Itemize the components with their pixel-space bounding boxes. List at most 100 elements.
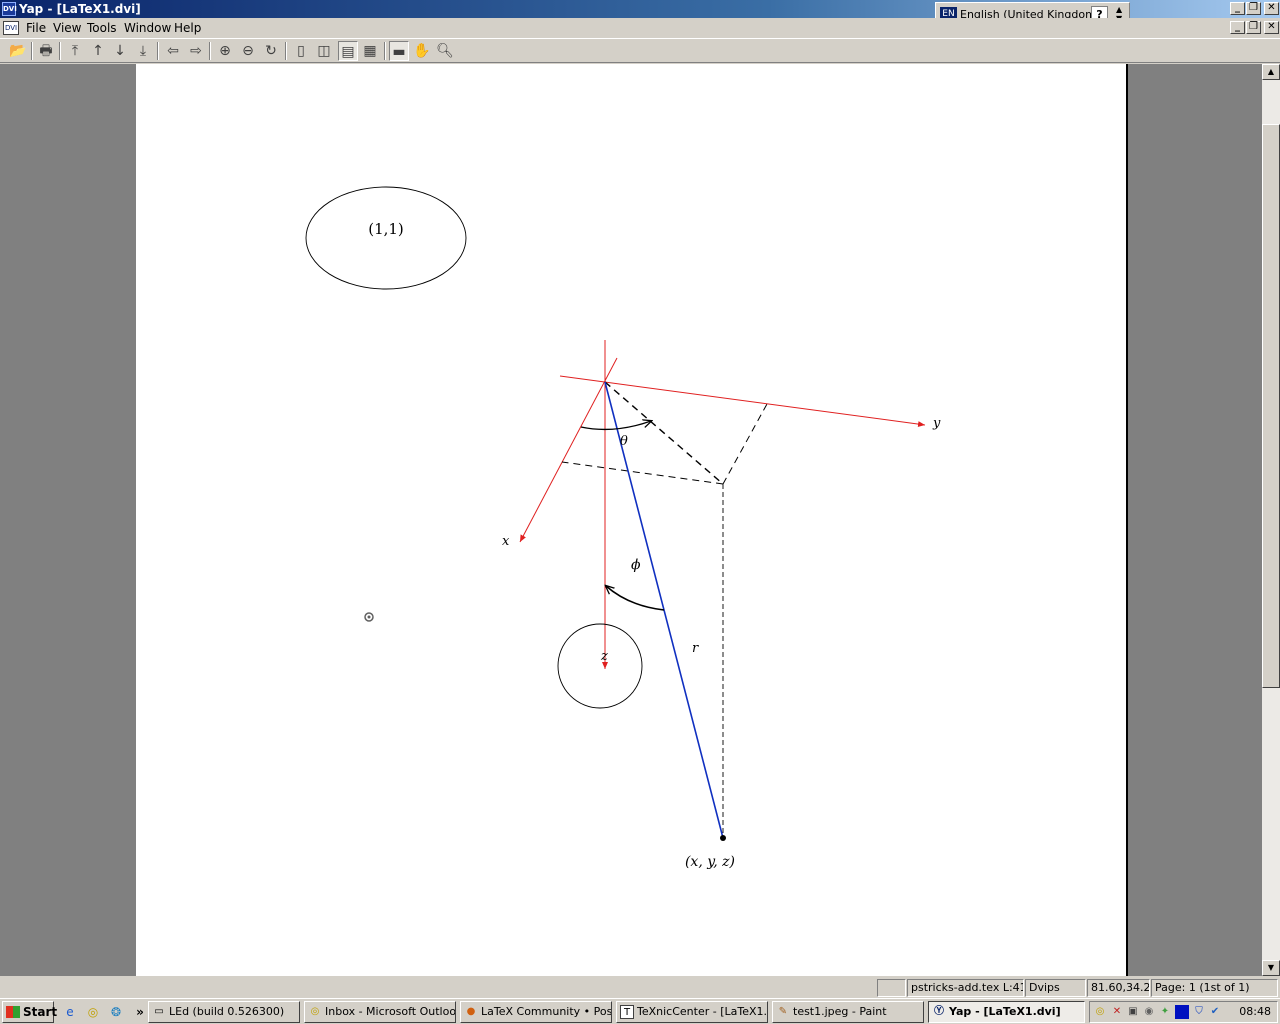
tray-update-icon[interactable]: ✦ — [1158, 1005, 1172, 1019]
scroll-thumb[interactable] — [1262, 124, 1280, 688]
task-label: Yap - [LaTeX1.dvi] — [949, 1005, 1061, 1018]
double-page-icon[interactable]: ◫ — [314, 41, 334, 61]
back-icon[interactable]: ⇦ — [163, 41, 183, 61]
ellipse-label: (1,1) — [368, 220, 404, 238]
radius-label: r — [692, 641, 699, 656]
first-page-icon[interactable]: ⤒ — [65, 41, 85, 61]
status-mode: Dvips — [1025, 979, 1086, 997]
doc-close-button[interactable]: ✕ — [1264, 21, 1279, 34]
cursor-ring-icon — [364, 612, 374, 622]
tray-shield-icon[interactable]: ⛉ — [1192, 1005, 1206, 1019]
menu-bar: DVI File View Tools Window Help _ ❐ ✕ — [0, 18, 1280, 38]
led-app-icon: ▭ — [154, 1006, 164, 1017]
window-title: Yap - [LaTeX1.dvi] — [19, 2, 141, 16]
doc-restore-button[interactable]: ❐ — [1246, 21, 1261, 34]
title-bar: DVI Yap - [LaTeX1.dvi] EN English (Unite… — [0, 0, 1280, 26]
toolbar-separator — [285, 42, 287, 60]
media-quicklaunch-icon[interactable]: ❂ — [108, 1004, 124, 1020]
outlook-quicklaunch-icon[interactable]: ◎ — [85, 1004, 101, 1020]
toolbar-separator — [157, 42, 159, 60]
projection-dashed-to-x — [561, 461, 724, 485]
document-menu-icon[interactable]: DVI — [3, 21, 19, 35]
menu-view[interactable]: View — [53, 21, 81, 35]
firefox-app-icon: ● — [466, 1006, 476, 1017]
task-firefox[interactable]: ● LaTeX Community • Pos... — [460, 1001, 612, 1023]
status-blank-pane — [877, 979, 906, 997]
task-yap[interactable]: Ⓨ Yap - [LaTeX1.dvi] — [928, 1001, 1085, 1023]
zoom-out-icon[interactable]: ⊖ — [238, 41, 258, 61]
tray-outlook-icon[interactable]: ◎ — [1093, 1005, 1107, 1019]
status-source-file: pstricks-add.tex L:4152 — [907, 979, 1024, 997]
theta-label: θ — [620, 434, 628, 449]
yap-task-icon: Ⓨ — [934, 1006, 944, 1017]
tray-blue-app-icon[interactable] — [1175, 1005, 1189, 1019]
toolbar-separator — [31, 42, 33, 60]
point-marker — [720, 835, 726, 841]
previous-page-icon[interactable]: ↑ — [88, 41, 108, 61]
menu-window[interactable]: Window — [124, 21, 171, 35]
maximize-button[interactable]: ❐ — [1246, 2, 1261, 15]
scroll-up-icon[interactable]: ▲ — [1262, 64, 1280, 80]
single-page-icon[interactable]: ▯ — [291, 41, 311, 61]
spherical-coordinates-diagram: (1,1) θ x y z ϕ r (x, y, z) — [305, 186, 941, 870]
projection-dashed-to-y — [722, 403, 768, 485]
tray-miktex-icon[interactable]: ✔ — [1208, 1005, 1222, 1019]
x-axis-line — [519, 357, 618, 543]
next-page-icon[interactable]: ↓ — [110, 41, 130, 61]
task-outlook[interactable]: ◎ Inbox - Microsoft Outlook — [304, 1001, 456, 1023]
tray-security-icon[interactable]: ✕ — [1110, 1005, 1124, 1019]
menu-file[interactable]: File — [26, 21, 46, 35]
task-texniccenter[interactable]: T TeXnicCenter - [LaTeX1... — [616, 1001, 768, 1023]
toolbar-separator — [209, 42, 211, 60]
small-circle — [557, 623, 643, 709]
windows-flag-icon — [6, 1006, 20, 1018]
paint-app-icon: ✎ — [778, 1006, 788, 1017]
phi-label: ϕ — [631, 557, 641, 573]
texniccenter-app-icon: T — [620, 1005, 634, 1019]
status-coordinates: 81.60,34.20pt — [1087, 979, 1150, 997]
minimize-button[interactable]: _ — [1230, 2, 1245, 15]
internet-explorer-icon[interactable]: e — [62, 1004, 78, 1020]
doc-minimize-button[interactable]: _ — [1230, 21, 1245, 34]
ruler-icon[interactable]: ▬ — [389, 41, 409, 61]
hand-tool-icon[interactable]: ✋ — [412, 41, 432, 61]
forward-icon[interactable]: ⇨ — [186, 41, 206, 61]
continuous-single-icon[interactable]: ▤ — [338, 41, 358, 61]
menu-tools[interactable]: Tools — [87, 21, 117, 35]
scroll-down-icon[interactable]: ▼ — [1262, 960, 1280, 976]
taskbar: Start e ◎ ❂ » ▭ LEd (build 0.526300) ◎ I… — [0, 998, 1280, 1024]
document-viewport[interactable]: (1,1) θ x y z ϕ r (x, y, z) — [0, 64, 1262, 976]
toolbar: 📂 🖶 ⤒ ↑ ↓ ⤓ ⇦ ⇨ ⊕ ⊖ ↻ ▯ ◫ ▤ ▦ ▬ ✋ 🔍︎ — [0, 38, 1280, 63]
tray-network-icon[interactable]: ▣ — [1126, 1005, 1140, 1019]
start-button[interactable]: Start — [2, 1001, 58, 1023]
labelled-ellipse — [305, 186, 467, 290]
continuous-double-icon[interactable]: ▦ — [360, 41, 380, 61]
x-axis-label: x — [502, 534, 510, 549]
open-folder-icon[interactable]: 📂 — [8, 41, 28, 61]
close-button[interactable]: ✕ — [1264, 2, 1279, 15]
system-tray: ◎ ✕ ▣ ◉ ✦ ⛉ ✔ 08:48 — [1089, 1001, 1278, 1023]
y-axis-label: y — [932, 416, 941, 431]
tray-disk-icon[interactable]: ◉ — [1142, 1005, 1156, 1019]
magnifier-icon[interactable]: 🔍︎ — [435, 41, 455, 61]
task-led[interactable]: ▭ LEd (build 0.526300) — [148, 1001, 300, 1023]
task-label: LaTeX Community • Pos... — [481, 1005, 612, 1018]
last-page-icon[interactable]: ⤓ — [133, 41, 153, 61]
vertical-scrollbar[interactable]: ▲ ▼ — [1262, 64, 1280, 976]
status-bar: pstricks-add.tex L:4152 Dvips 81.60,34.2… — [0, 977, 1280, 998]
quicklaunch-overflow-icon[interactable]: » — [132, 1004, 148, 1020]
menu-help[interactable]: Help — [174, 21, 201, 35]
phi-arc — [606, 586, 665, 611]
start-label: Start — [23, 1005, 58, 1019]
refresh-icon[interactable]: ↻ — [261, 41, 281, 61]
zoom-in-icon[interactable]: ⊕ — [215, 41, 235, 61]
task-label: TeXnicCenter - [LaTeX1... — [637, 1005, 768, 1018]
dvi-page: (1,1) θ x y z ϕ r (x, y, z) — [136, 64, 1128, 976]
toolbar-separator — [59, 42, 61, 60]
task-paint[interactable]: ✎ test1.jpeg - Paint — [772, 1001, 924, 1023]
clock[interactable]: 08:48 — [1239, 1005, 1271, 1018]
point-label: (x, y, z) — [685, 854, 735, 870]
yap-app-icon[interactable]: DVI — [2, 2, 17, 16]
outlook-app-icon: ◎ — [310, 1006, 320, 1017]
print-icon[interactable]: 🖶 — [36, 41, 56, 61]
